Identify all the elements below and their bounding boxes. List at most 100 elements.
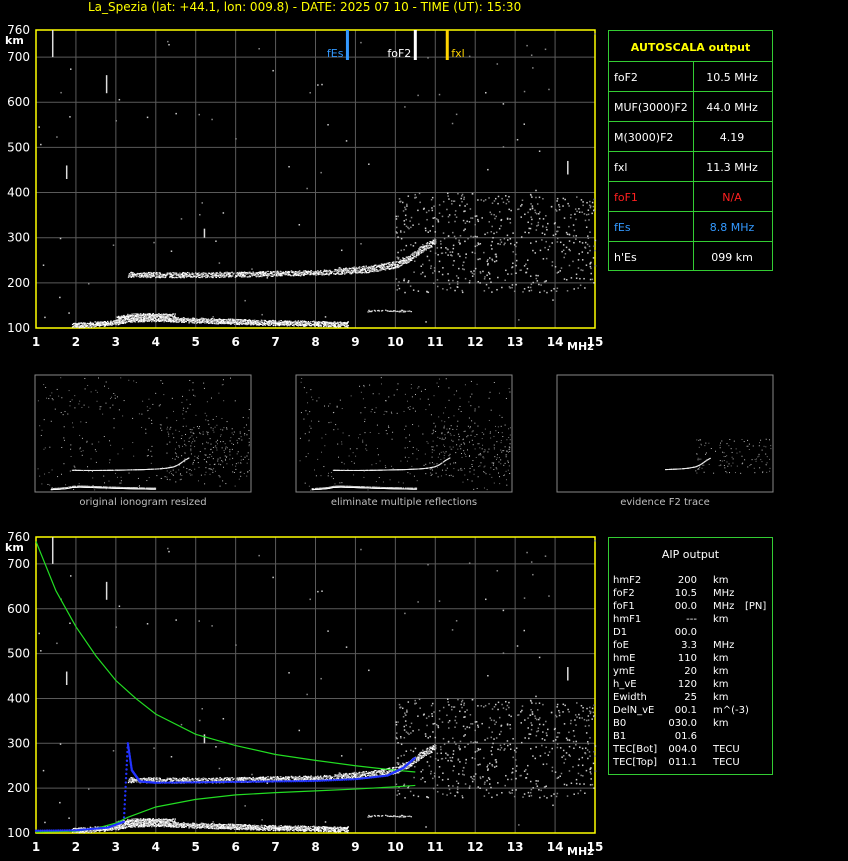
bottom-xtick-label: 5 (192, 840, 200, 854)
aip-trace-point (34, 829, 38, 832)
aip-unit: m^(-3) (713, 705, 749, 716)
aip-value: 110 (677, 653, 697, 664)
aip-trace-point (247, 780, 251, 783)
autoscala-row: foF2 10.5 MHz (609, 61, 772, 91)
aip-row: B0 030.0 km (613, 718, 773, 731)
aip-value: 200 (677, 575, 697, 586)
model-curve-1 (35, 541, 416, 773)
top-ytick-label: 300 (7, 231, 30, 245)
top-xtick-label: 3 (112, 335, 120, 349)
aip-trace-point (154, 781, 157, 784)
autoscala-row: fxl 11.3 MHz (609, 151, 772, 181)
thumbnail-frame-3 (556, 374, 774, 493)
aip-trace-point (221, 780, 224, 784)
marker-foF2-label: foF2 (387, 47, 411, 60)
aip-trace-point (45, 829, 49, 832)
aip-trace-point (70, 829, 73, 832)
aip-trace-point (185, 781, 189, 784)
top-xtick-label: 4 (152, 335, 160, 349)
aip-unit: km (713, 653, 729, 664)
autoscala-label: MUF(3000)F2 (614, 101, 688, 114)
aip-trace-point (41, 829, 44, 832)
aip-trace-point (225, 780, 228, 784)
top-xtick-label: 12 (467, 335, 484, 349)
aip-trace-point (289, 780, 293, 783)
aip-trace-point (61, 829, 64, 832)
aip-trace-point (125, 755, 129, 758)
aip-trace-point (63, 829, 67, 832)
aip-trace-point (256, 780, 260, 783)
aip-unit: MHz (713, 640, 735, 651)
aip-row: hmF2 200 km (613, 575, 773, 588)
top-echoes (38, 30, 597, 329)
aip-trace-point (124, 785, 127, 789)
aip-unit: TECU (713, 744, 740, 755)
bottom-ytick-label: 100 (7, 826, 30, 840)
aip-trace-point (43, 829, 47, 832)
bottom-echoes (38, 537, 597, 834)
aip-trace-point (276, 780, 279, 783)
aip-label: DelN_vE (613, 705, 655, 716)
aip-trace-point (329, 779, 333, 782)
aip-trace-point (123, 807, 126, 810)
aip-trace-point (314, 779, 317, 783)
aip-trace-point (236, 780, 240, 784)
aip-trace-point (178, 781, 182, 784)
aip-trace-point (227, 780, 231, 784)
thumbnail-frame-2 (295, 374, 513, 493)
marker-fEs-bar (345, 30, 349, 60)
aip-trace-point (336, 778, 339, 782)
aip-trace-point (234, 780, 237, 784)
aip-label: foF2 (613, 588, 635, 599)
aip-extra: [PN] (745, 601, 767, 612)
aip-trace-point (124, 790, 127, 793)
autoscala-row: h'Es 099 km (609, 241, 772, 271)
aip-label: TEC[Bot] (613, 744, 658, 755)
autoscala-label: fEs (614, 221, 631, 234)
aip-label: hmF2 (613, 575, 642, 586)
aip-trace-point (196, 781, 200, 784)
aip-row: DelN_vE 00.1 m^(-3) (613, 705, 773, 718)
aip-trace-point (278, 780, 282, 783)
aip-value: 011.1 (668, 757, 697, 768)
aip-trace-point (296, 779, 299, 783)
aip-value: --- (686, 614, 697, 625)
aip-trace-point (316, 779, 319, 783)
aip-label: B0 (613, 718, 627, 729)
marker-fxl-label: fxl (451, 47, 464, 60)
top-xtick-label: 1 (32, 335, 40, 349)
top-xtick-label: 14 (547, 335, 564, 349)
aip-trace-point (345, 778, 348, 781)
aip-trace-point (238, 780, 242, 784)
aip-row: TEC[Top] 011.1 TECU (613, 757, 773, 770)
aip-trace-point (216, 780, 220, 784)
autoscala-panel: AUTOSCALA output foF2 10.5 MHz MUF(3000)F2… (608, 30, 773, 271)
aip-trace-point (274, 780, 277, 783)
aip-trace-point (214, 780, 217, 784)
bottom-xtick-label: 1 (32, 840, 40, 854)
aip-trace-point (307, 779, 311, 783)
aip-unit: km (713, 679, 729, 690)
aip-unit: TECU (713, 757, 740, 768)
aip-unit: km (713, 692, 729, 703)
aip-trace-point (298, 779, 302, 783)
aip-trace-point (212, 780, 215, 784)
aip-trace-point (218, 780, 222, 784)
aip-trace-point (343, 778, 346, 781)
aip-trace-point (254, 780, 257, 783)
aip-trace-point (56, 829, 60, 832)
aip-trace-point (48, 829, 51, 832)
aip-unit: km (713, 718, 729, 729)
aip-label: ymE (613, 666, 635, 677)
autoscala-value: 8.8 MHz (709, 221, 755, 234)
top-xtick-label: 9 (351, 335, 359, 349)
aip-trace-point (161, 781, 164, 784)
aip-trace-point (223, 780, 226, 784)
aip-trace-point (54, 829, 58, 832)
aip-trace-point (123, 811, 126, 815)
aip-trace-point (261, 780, 264, 783)
aip-value: 00.0 (674, 627, 697, 638)
top-xtick-label: 2 (72, 335, 80, 349)
bottom-xtick-label: 7 (271, 840, 279, 854)
aip-trace-point (338, 778, 342, 782)
